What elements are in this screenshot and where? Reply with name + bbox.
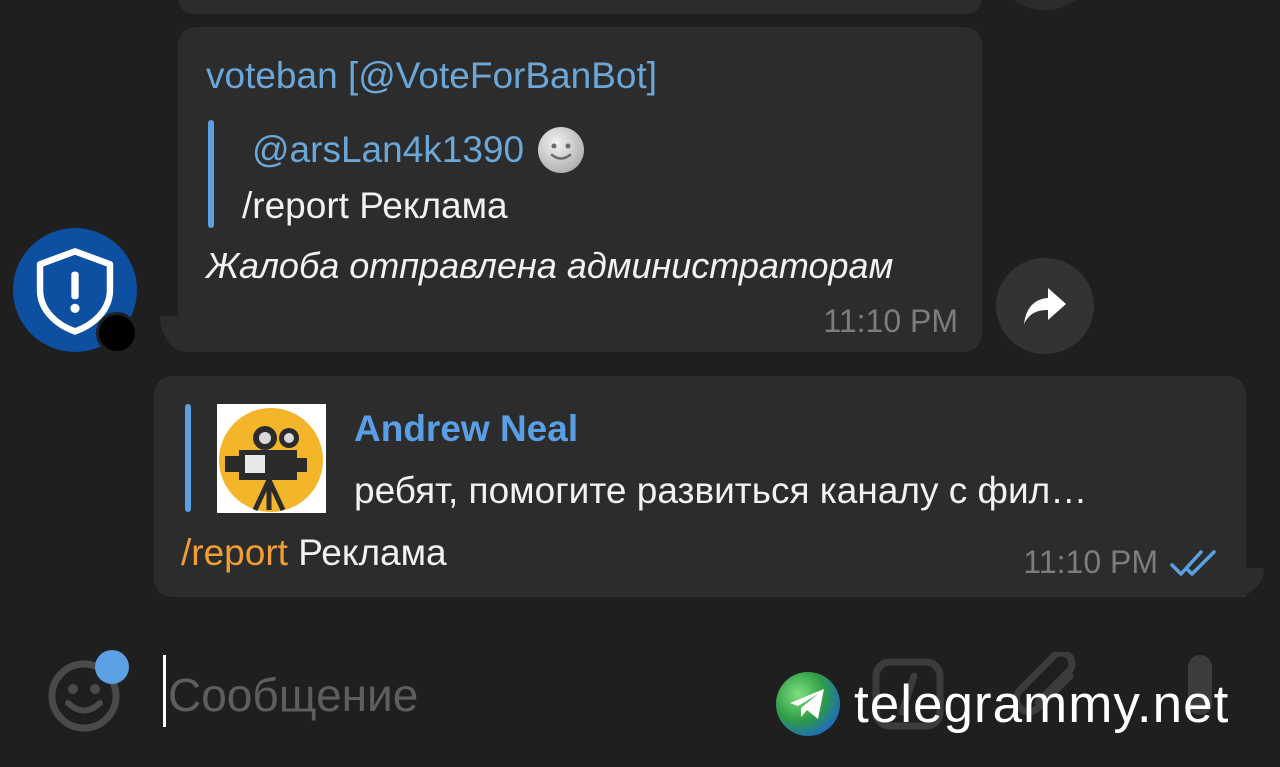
- watermark-text: telegrammy.net: [854, 674, 1230, 734]
- avatar-status-dot: [96, 312, 138, 354]
- message-time: 11:10 PM: [1023, 544, 1158, 580]
- sender-name[interactable]: voteban [@VoteForBanBot]: [206, 55, 657, 97]
- message-text: /report Реклама: [181, 532, 447, 574]
- telegram-globe-icon: [776, 672, 840, 736]
- previous-share-button[interactable]: [996, 0, 1094, 10]
- reply-text: ребят, помогите развиться каналу с фил…: [354, 470, 1088, 511]
- watermark: telegrammy.net: [776, 672, 1229, 736]
- message-text: Жалоба отправлена администраторам: [206, 245, 894, 286]
- outgoing-message-bubble[interactable]: Andrew Neal ребят, помогите развиться ка…: [154, 376, 1246, 597]
- message-text-rest: Реклама: [287, 532, 447, 573]
- quote-mention[interactable]: @arsLan4k1390: [252, 129, 524, 171]
- reply-thumbnail[interactable]: [217, 404, 326, 513]
- incoming-message-bubble[interactable]: voteban [@VoteForBanBot] @arsLan4k1390 /…: [178, 27, 982, 352]
- message-input[interactable]: [168, 660, 768, 730]
- share-button[interactable]: [996, 258, 1094, 354]
- reply-author[interactable]: Andrew Neal: [354, 408, 578, 450]
- film-camera-icon: [219, 408, 323, 512]
- share-arrow-icon: [1024, 288, 1066, 324]
- reply-bar: [185, 404, 191, 512]
- previous-message-bubble: [178, 0, 982, 14]
- double-check-icon: [1170, 550, 1216, 576]
- quote-block[interactable]: @arsLan4k1390: [252, 127, 585, 173]
- bot-command-link[interactable]: /report: [181, 532, 288, 573]
- message-time: 11:10 PM: [823, 303, 958, 339]
- text-cursor: [163, 655, 166, 727]
- quote-text: /report Реклама: [242, 185, 508, 226]
- notification-dot: [95, 650, 129, 684]
- moon-face-icon: [538, 127, 585, 173]
- quote-bar: [208, 120, 214, 228]
